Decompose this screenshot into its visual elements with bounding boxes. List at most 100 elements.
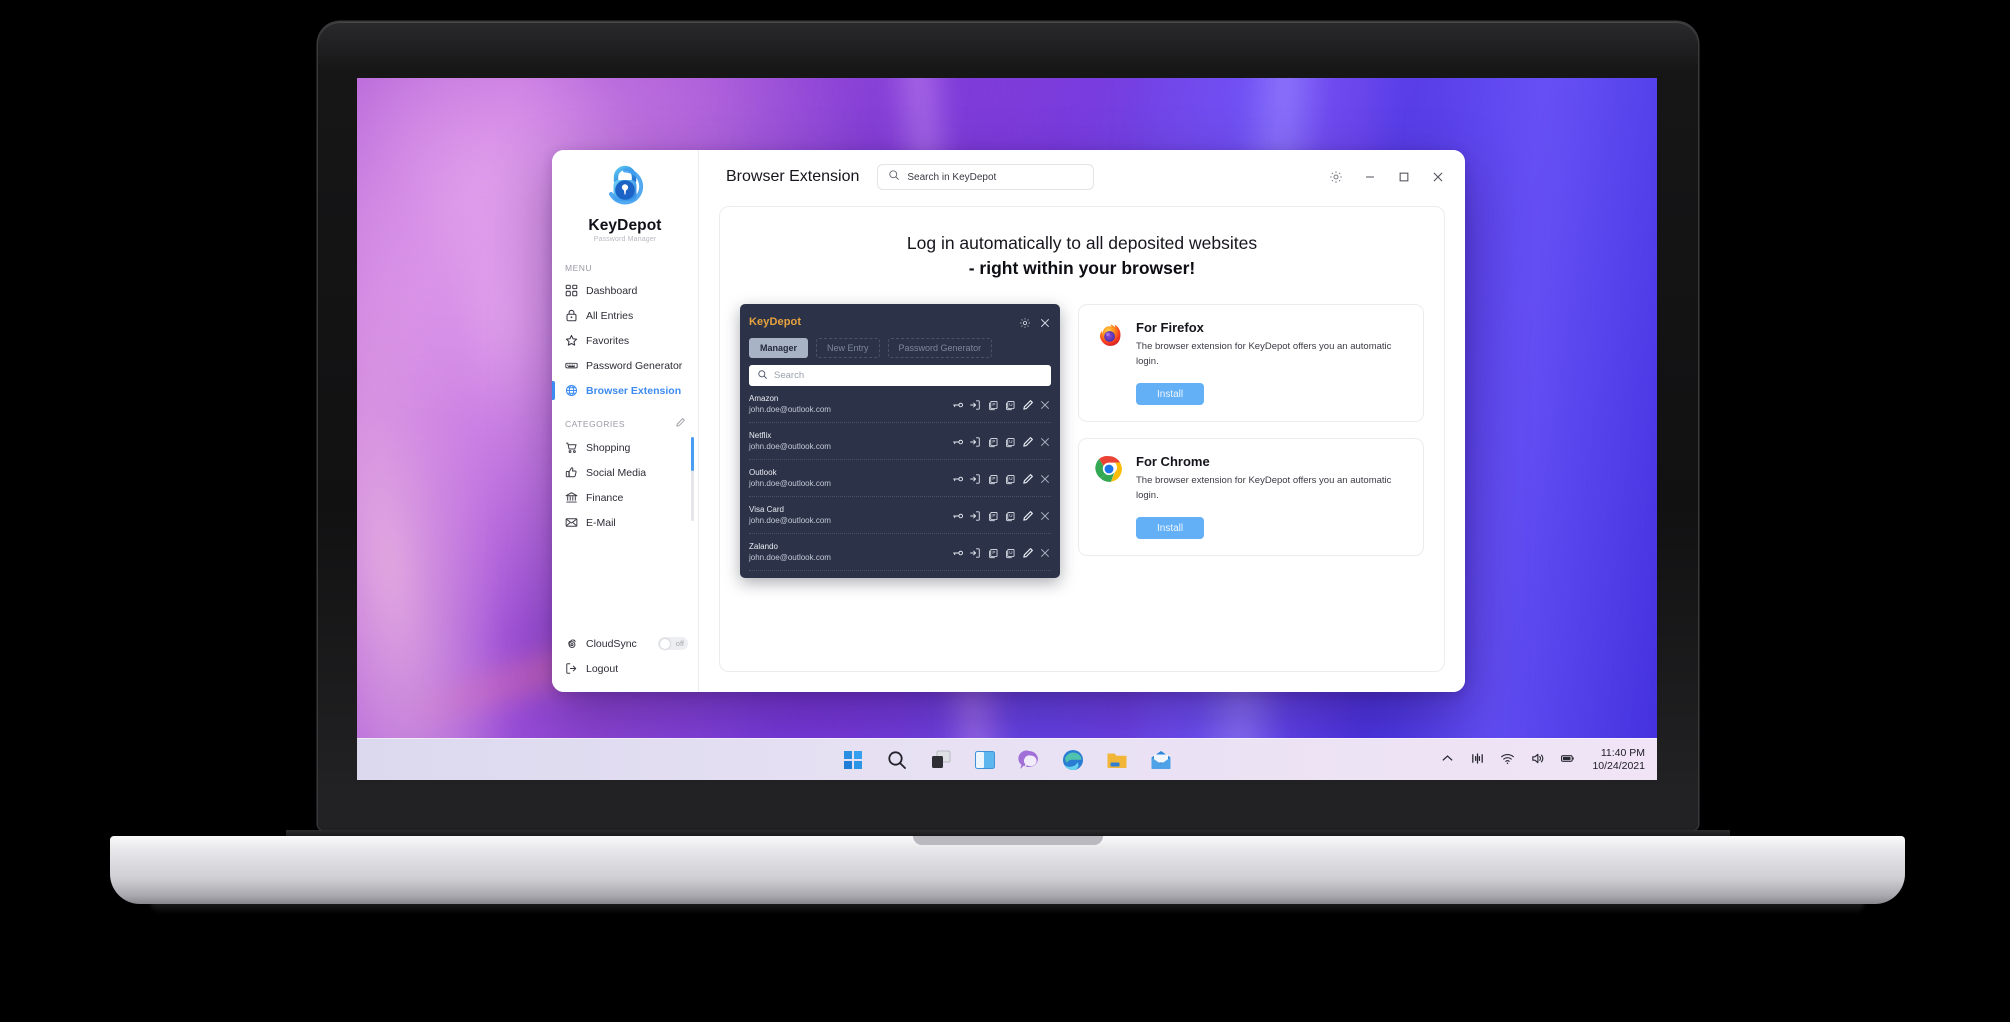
extension-entry-row[interactable]: Netflix john.doe@outlook.com P U [749, 423, 1051, 460]
lock-icon [565, 309, 578, 322]
cloudsync-toggle-state: off [675, 639, 684, 648]
task-view-icon[interactable] [929, 748, 953, 772]
delete-close-icon[interactable] [1039, 509, 1051, 521]
firefox-card: For Firefox The browser extension for Ke… [1078, 304, 1424, 422]
entry-username: john.doe@outlook.com [749, 553, 831, 562]
windows-taskbar: 11:40 PM 10/24/2021 [357, 738, 1657, 780]
chrome-logo-icon [1095, 455, 1123, 483]
extension-entry-list: Amazon john.doe@outlook.com P U Netflix john.… [749, 386, 1051, 571]
delete-close-icon[interactable] [1039, 546, 1051, 558]
categories-section-label: CATEGORIES [552, 417, 698, 430]
copy-username-icon[interactable]: U [1004, 472, 1016, 485]
close-icon[interactable] [1431, 170, 1445, 184]
copy-username-icon[interactable]: U [1004, 398, 1016, 411]
copy-username-icon[interactable]: U [1004, 509, 1016, 522]
key-icon[interactable] [952, 509, 964, 521]
autofill-login-icon[interactable] [969, 546, 981, 558]
delete-close-icon[interactable] [1039, 398, 1051, 410]
key-icon[interactable] [952, 398, 964, 410]
equalizer-icon[interactable] [1470, 751, 1487, 768]
extension-entry-row[interactable]: Visa Card john.doe@outlook.com P U [749, 497, 1051, 534]
minimize-icon[interactable] [1363, 170, 1377, 184]
copy-username-icon[interactable]: U [1004, 435, 1016, 448]
taskbar-icons [841, 748, 1173, 772]
copy-password-icon[interactable]: P [987, 472, 999, 485]
extension-entry-row[interactable]: Amazon john.doe@outlook.com P U [749, 386, 1051, 423]
folder-icon[interactable] [1105, 748, 1129, 772]
sidebar-item-logout[interactable]: Logout [552, 656, 698, 681]
sidebar-item-social-media[interactable]: Social Media [552, 460, 698, 485]
widgets-icon[interactable] [973, 748, 997, 772]
sidebar-item-label: Dashboard [586, 284, 638, 297]
gear-icon[interactable] [1329, 170, 1343, 184]
extension-search-placeholder: Search [774, 370, 805, 381]
edge-icon[interactable] [1061, 748, 1085, 772]
gear-icon[interactable] [1019, 316, 1031, 328]
install-chrome-button[interactable]: Install [1136, 517, 1205, 539]
tab-manager[interactable]: Manager [749, 338, 809, 358]
delete-close-icon[interactable] [1039, 472, 1051, 484]
sidebar-item-password-generator[interactable]: Password Generator [552, 353, 698, 378]
extension-popup-tabs: Manager New Entry Password Generator [749, 338, 1051, 358]
search-input[interactable]: Search in KeyDepot [877, 164, 1095, 190]
windows-start-icon[interactable] [841, 748, 865, 772]
extension-entry-row[interactable]: Outlook john.doe@outlook.com P U [749, 460, 1051, 497]
wifi-icon[interactable] [1500, 751, 1517, 768]
battery-icon[interactable] [1560, 751, 1577, 768]
copy-password-icon[interactable]: P [987, 435, 999, 448]
keyboard-icon [565, 359, 578, 372]
edit-pencil-icon[interactable] [1022, 398, 1034, 410]
edit-pencil-icon[interactable] [1022, 472, 1034, 484]
autofill-login-icon[interactable] [969, 509, 981, 521]
delete-close-icon[interactable] [1039, 435, 1051, 447]
sidebar-item-browser-extension[interactable]: Browser Extension [552, 378, 698, 403]
cart-icon [565, 441, 578, 454]
browser-cards: For Firefox The browser extension for Ke… [1078, 304, 1424, 556]
sidebar-item-label: Social Media [586, 466, 647, 479]
sidebar-item-dashboard[interactable]: Dashboard [552, 278, 698, 303]
edit-pencil-icon[interactable] [1022, 509, 1034, 521]
copy-password-icon[interactable]: P [987, 509, 999, 522]
padlock-logo-icon [602, 164, 648, 215]
search-icon[interactable] [885, 748, 909, 772]
entry-actions: PU [952, 509, 1052, 522]
tab-password-generator[interactable]: Password Generator [887, 338, 993, 358]
main-area: Browser Extension Search in KeyDepot Log… [699, 150, 1465, 692]
close-icon[interactable] [1039, 316, 1051, 328]
entry-username: john.doe@outlook.com [749, 442, 831, 451]
edit-pencil-icon[interactable] [1022, 435, 1034, 447]
mail-icon[interactable] [1149, 748, 1173, 772]
pencil-icon[interactable] [675, 417, 686, 430]
key-icon[interactable] [952, 546, 964, 558]
cloudsync-toggle[interactable]: off [658, 637, 688, 650]
speaker-icon[interactable] [1530, 751, 1547, 768]
sidebar-item-email[interactable]: E-Mail [552, 510, 698, 535]
sidebar-item-favorites[interactable]: Favorites [552, 328, 698, 353]
sidebar-item-finance[interactable]: Finance [552, 485, 698, 510]
autofill-login-icon[interactable] [969, 435, 981, 447]
copy-password-icon[interactable]: P [987, 398, 999, 411]
autofill-login-icon[interactable] [969, 398, 981, 410]
install-firefox-button[interactable]: Install [1136, 383, 1205, 405]
maximize-icon[interactable] [1397, 170, 1411, 184]
sidebar-item-cloudsync[interactable]: CloudSync off [552, 631, 698, 656]
chevron-up-icon[interactable] [1440, 751, 1457, 768]
copy-password-icon[interactable]: P [987, 546, 999, 559]
sidebar-item-shopping[interactable]: Shopping [552, 435, 698, 460]
entry-username: john.doe@outlook.com [749, 405, 831, 414]
copy-username-icon[interactable]: U [1004, 546, 1016, 559]
tab-new-entry[interactable]: New Entry [816, 338, 880, 358]
svg-text:P: P [992, 476, 995, 481]
extension-entry-row[interactable]: Zalando john.doe@outlook.com P U [749, 534, 1051, 571]
envelope-icon [565, 516, 578, 529]
autofill-login-icon[interactable] [969, 472, 981, 484]
sidebar-item-label: Browser Extension [586, 384, 682, 397]
sidebar-item-all-entries[interactable]: All Entries [552, 303, 698, 328]
extension-search-input[interactable]: Search [749, 365, 1051, 386]
key-icon[interactable] [952, 435, 964, 447]
search-icon [888, 168, 900, 186]
key-icon[interactable] [952, 472, 964, 484]
taskbar-clock[interactable]: 11:40 PM 10/24/2021 [1592, 747, 1645, 773]
edit-pencil-icon[interactable] [1022, 546, 1034, 558]
chat-icon[interactable] [1017, 748, 1041, 772]
